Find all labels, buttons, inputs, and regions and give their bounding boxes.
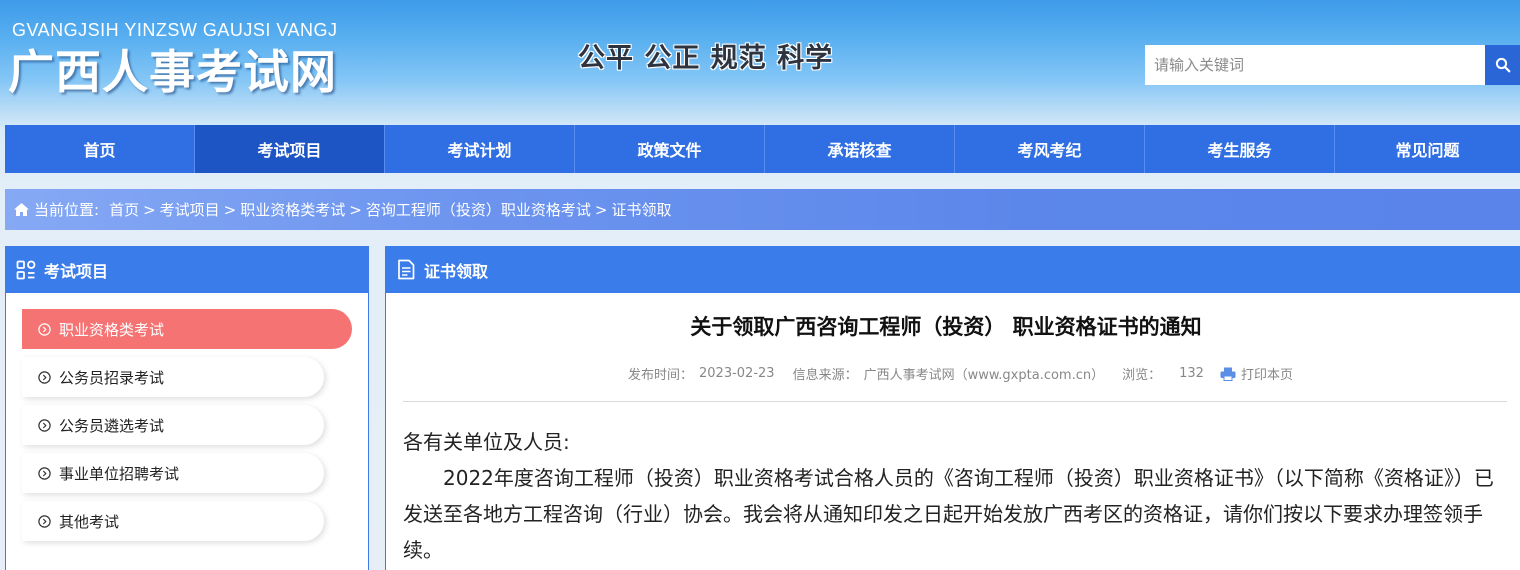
divider [403,401,1507,402]
sidebar-list: 职业资格类考试 公务员招录考试 公务员遴选考试 事业单位招聘考试 其他考试 [6,293,368,541]
nav-item-exam-plan[interactable]: 考试计划 [385,125,575,173]
breadcrumb-separator: > [143,200,156,219]
site-slogan: 公平 公正 规范 科学 [578,43,834,74]
breadcrumb-item-home[interactable]: 首页 [109,199,139,220]
sidebar-item-civil-servant-recruitment[interactable]: 公务员招录考试 [22,357,324,397]
sidebar-title: 考试项目 [44,262,109,281]
sidebar-item-label: 公务员招录考试 [59,368,165,387]
breadcrumb-separator: > [223,200,237,219]
content-panel: 证书领取 关于领取广西咨询工程师（投资） 职业资格证书的通知 发布时间： 202… [385,246,1520,570]
breadcrumb-item-certificate-collection[interactable]: 证书领取 [611,199,671,220]
circle-chevron-icon [38,514,51,528]
circle-chevron-icon [38,322,51,336]
article-meta: 发布时间： 2023-02-23 信息来源： 广西人事考试网（www.gxpta… [628,364,1305,383]
publish-date: 2023-02-23 [699,366,775,381]
sidebar-item-label: 职业资格类考试 [59,320,165,339]
sidebar-item-label: 事业单位招聘考试 [59,464,180,483]
source-label: 信息来源： [792,368,858,383]
nav-item-commitment-check[interactable]: 承诺核查 [765,125,955,173]
views-label: 浏览： [1122,368,1162,383]
site-header: GVANGJSIH YINZSW GAUJSI VANGJ 广西人事考试网 公平… [0,0,1520,125]
sidebar-item-qualification-exams[interactable]: 职业资格类考试 [22,309,352,349]
sidebar-item-label: 公务员遴选考试 [59,416,165,435]
breadcrumb-label: 当前位置: [34,201,100,219]
article-body: 各有关单位及人员: 2022年度咨询工程师（投资）职业资格考试合格人员的《咨询工… [403,424,1503,568]
greeting: 各有关单位及人员: [403,430,570,454]
print-button[interactable]: 打印本页 [1220,364,1299,383]
search-input[interactable] [1145,45,1485,85]
views-count: 132 [1179,366,1204,381]
circle-chevron-icon [38,370,51,384]
breadcrumb-separator: > [594,200,608,219]
circle-chevron-icon [38,466,51,480]
publish-label: 发布时间： [628,368,694,383]
nav-item-exam-discipline[interactable]: 考风考纪 [955,125,1145,173]
nav-item-faq[interactable]: 常见问题 [1335,125,1520,173]
printer-icon [1220,367,1236,381]
nav-item-candidate-service[interactable]: 考生服务 [1145,125,1335,173]
sidebar-item-label: 其他考试 [59,512,120,531]
sidebar: 考试项目 职业资格类考试 公务员招录考试 公务员遴选考试 事业单位招聘考试 其他… [5,246,369,570]
sidebar-item-public-institution-recruitment[interactable]: 事业单位招聘考试 [22,453,324,493]
search-icon [1495,57,1510,73]
sidebar-item-civil-servant-selection[interactable]: 公务员遴选考试 [22,405,324,445]
site-logo[interactable]: 广西人事考试网 [8,36,337,102]
breadcrumb: 当前位置: 首页 > 考试项目 > 职业资格类考试 > 咨询工程师（投资）职业资… [5,189,1520,230]
article-title: 关于领取广西咨询工程师（投资） 职业资格证书的通知 [690,315,1202,339]
nav-item-policy-docs[interactable]: 政策文件 [575,125,765,173]
grid-icon [16,260,36,280]
breadcrumb-separator: > [349,200,362,219]
breadcrumb-item-consulting-engineer-exam[interactable]: 咨询工程师（投资）职业资格考试 [366,199,591,220]
breadcrumb-item-exam-projects[interactable]: 考试项目 [160,199,220,220]
breadcrumb-item-qualification-exams[interactable]: 职业资格类考试 [240,199,345,220]
nav-item-home[interactable]: 首页 [5,125,195,173]
search-button[interactable] [1485,45,1520,85]
article-paragraph: 2022年度咨询工程师（投资）职业资格考试合格人员的《咨询工程师（投资）职业资格… [403,466,1494,562]
sidebar-header: 考试项目 [6,247,368,293]
content-header: 证书领取 [386,246,1520,293]
main-nav: 首页 考试项目 考试计划 政策文件 承诺核查 考风考纪 考生服务 常见问题 [5,125,1520,173]
content-section-title: 证书领取 [424,261,489,281]
nav-item-exam-projects[interactable]: 考试项目 [195,125,385,173]
sidebar-item-other-exams[interactable]: 其他考试 [22,501,324,541]
circle-chevron-icon [38,418,51,432]
home-icon [13,202,30,217]
document-icon [397,259,415,280]
source-value: 广西人事考试网（www.gxpta.com.cn） [863,368,1105,383]
print-label: 打印本页 [1240,368,1293,383]
